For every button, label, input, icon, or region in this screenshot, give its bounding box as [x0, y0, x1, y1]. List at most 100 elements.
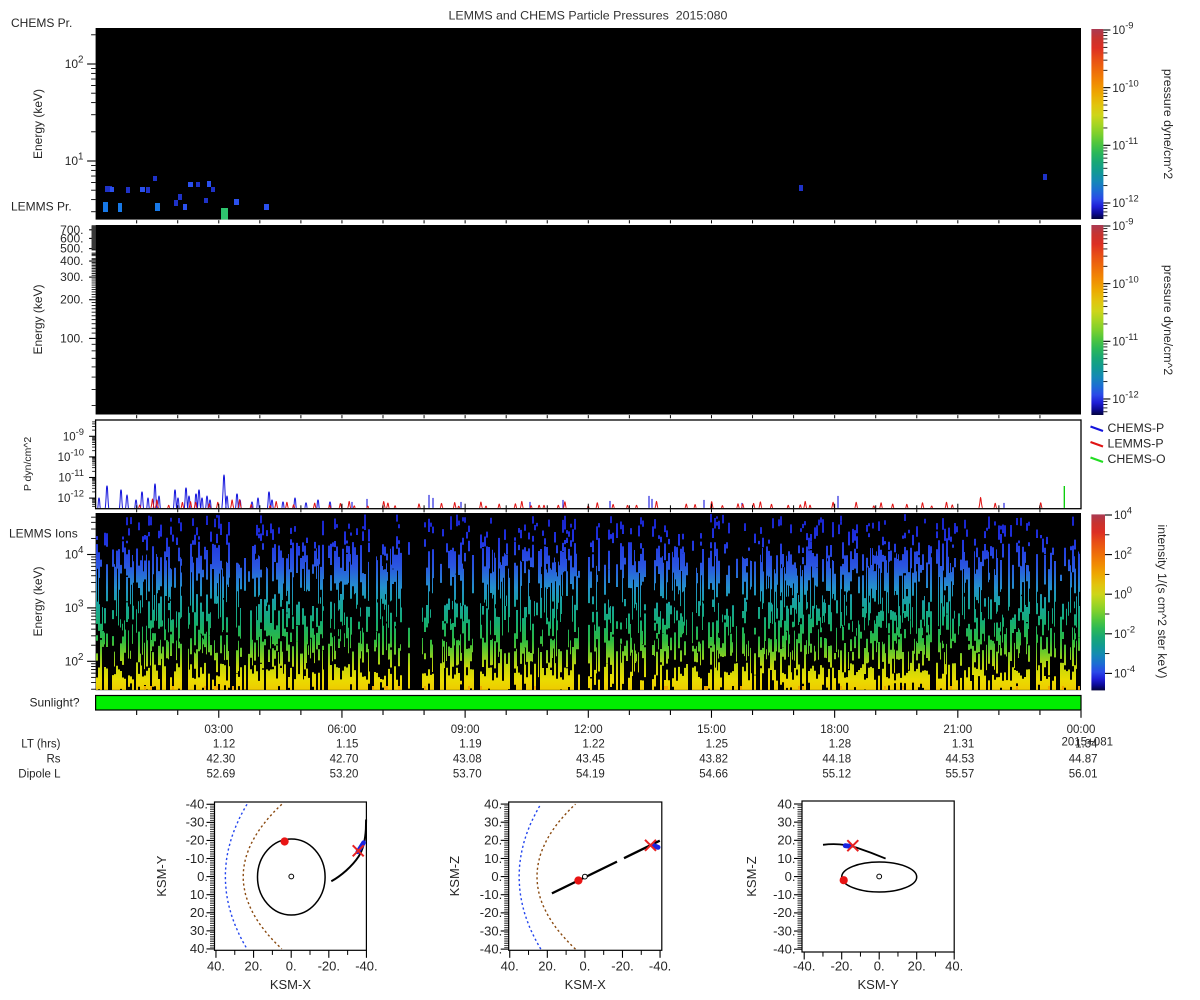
- svg-text:53.20: 53.20: [330, 769, 359, 781]
- svg-text:CHEMS Pr.: CHEMS Pr.: [11, 16, 72, 30]
- svg-text:-10.: -10.: [773, 887, 795, 902]
- svg-text:54.66: 54.66: [699, 769, 728, 781]
- svg-text:43.82: 43.82: [699, 754, 728, 766]
- svg-text:0.: 0.: [286, 959, 297, 974]
- svg-text:43.45: 43.45: [576, 754, 605, 766]
- svg-text:53.70: 53.70: [453, 769, 482, 781]
- svg-text:40.: 40.: [484, 796, 502, 811]
- svg-text:-30.: -30.: [186, 815, 208, 830]
- svg-text:-10.: -10.: [186, 851, 208, 866]
- svg-text:Energy (keV): Energy (keV): [31, 284, 45, 354]
- svg-text:55.57: 55.57: [946, 769, 975, 781]
- svg-text:20.: 20.: [484, 833, 502, 848]
- svg-text:-40.: -40.: [186, 797, 208, 812]
- svg-text:KSM-X: KSM-X: [565, 977, 607, 992]
- svg-text:-10.: -10.: [480, 887, 502, 902]
- svg-text:KSM-Y: KSM-Y: [858, 977, 900, 992]
- svg-text:-20.: -20.: [830, 959, 852, 974]
- svg-text:pressure dyne/cm^2: pressure dyne/cm^2: [1161, 265, 1175, 376]
- svg-text:300.: 300.: [60, 270, 83, 284]
- svg-text:03:00: 03:00: [204, 724, 233, 736]
- svg-text:30.: 30.: [777, 814, 795, 829]
- svg-text:1.12: 1.12: [213, 739, 235, 751]
- svg-text:P dyn/cm^2: P dyn/cm^2: [22, 437, 34, 492]
- svg-text:KSM-Z: KSM-Z: [447, 856, 462, 897]
- svg-text:CHEMS-P: CHEMS-P: [1108, 421, 1165, 435]
- svg-text:KSM-Y: KSM-Y: [154, 855, 169, 897]
- svg-text:pressure dyne/cm^2: pressure dyne/cm^2: [1161, 69, 1175, 180]
- svg-text:06:00: 06:00: [328, 724, 357, 736]
- svg-text:0.: 0.: [579, 959, 590, 974]
- svg-text:1.31: 1.31: [952, 739, 974, 751]
- svg-text:0.: 0.: [491, 869, 502, 884]
- svg-text:42.30: 42.30: [207, 754, 236, 766]
- svg-text:09:00: 09:00: [451, 724, 480, 736]
- svg-text:0.: 0.: [785, 869, 796, 884]
- svg-text:-20.: -20.: [480, 905, 502, 920]
- svg-text:400.: 400.: [60, 254, 83, 268]
- svg-text:Dipole L: Dipole L: [18, 769, 61, 781]
- svg-text:1.19: 1.19: [459, 739, 481, 751]
- svg-text:00:00: 00:00: [1067, 724, 1096, 736]
- svg-text:-20.: -20.: [773, 905, 795, 920]
- svg-text:LT (hrs): LT (hrs): [21, 739, 60, 751]
- svg-text:10.: 10.: [484, 851, 502, 866]
- svg-text:43.08: 43.08: [453, 754, 482, 766]
- svg-text:-40.: -40.: [649, 959, 671, 974]
- svg-text:40.: 40.: [190, 941, 208, 956]
- svg-text:40.: 40.: [501, 959, 519, 974]
- svg-text:52.69: 52.69: [207, 769, 236, 781]
- svg-text:20.: 20.: [190, 905, 208, 920]
- svg-text:40.: 40.: [777, 796, 795, 811]
- svg-text:Sunlight?: Sunlight?: [29, 696, 79, 710]
- svg-text:30.: 30.: [190, 923, 208, 938]
- svg-text:1.22: 1.22: [582, 739, 604, 751]
- svg-text:-20.: -20.: [186, 833, 208, 848]
- svg-text:15:00: 15:00: [697, 724, 726, 736]
- svg-text:20.: 20.: [777, 833, 795, 848]
- svg-text:10.: 10.: [190, 887, 208, 902]
- svg-text:56.01: 56.01: [1069, 769, 1098, 781]
- svg-text:20.: 20.: [908, 959, 926, 974]
- svg-text:40.: 40.: [945, 959, 963, 974]
- svg-text:18:00: 18:00: [820, 724, 849, 736]
- svg-text:KSM-X: KSM-X: [270, 977, 312, 992]
- svg-text:42.70: 42.70: [330, 754, 359, 766]
- svg-text:-40.: -40.: [480, 941, 502, 956]
- svg-text:40.: 40.: [207, 959, 225, 974]
- svg-text:LEMMS-P: LEMMS-P: [1108, 437, 1164, 451]
- svg-text:-30.: -30.: [480, 923, 502, 938]
- svg-text:0.: 0.: [874, 959, 885, 974]
- svg-text:44.18: 44.18: [822, 754, 851, 766]
- svg-text:1.15: 1.15: [336, 739, 358, 751]
- svg-text:2015+081: 2015+081: [1062, 736, 1114, 748]
- svg-text:30.: 30.: [484, 815, 502, 830]
- svg-text:-20.: -20.: [611, 959, 633, 974]
- svg-text:intensity 1/(s cm^2 ster keV): intensity 1/(s cm^2 ster keV): [1155, 524, 1169, 678]
- svg-text:200.: 200.: [60, 293, 83, 307]
- svg-text:54.19: 54.19: [576, 769, 605, 781]
- svg-text:-40.: -40.: [773, 942, 795, 957]
- svg-text:100.: 100.: [60, 331, 83, 345]
- svg-text:21:00: 21:00: [943, 724, 972, 736]
- svg-text:20.: 20.: [538, 959, 556, 974]
- svg-text:55.12: 55.12: [822, 769, 851, 781]
- svg-text:Rs: Rs: [46, 754, 60, 766]
- svg-text:-20.: -20.: [318, 959, 340, 974]
- svg-text:0.: 0.: [197, 869, 208, 884]
- svg-text:-30.: -30.: [773, 923, 795, 938]
- svg-text:1.28: 1.28: [829, 739, 851, 751]
- svg-text:700.: 700.: [60, 223, 83, 237]
- svg-text:-40.: -40.: [355, 959, 377, 974]
- svg-text:-40.: -40.: [793, 959, 815, 974]
- svg-text:Energy (keV): Energy (keV): [31, 89, 45, 159]
- svg-text:1.25: 1.25: [706, 739, 728, 751]
- svg-text:LEMMS and CHEMS Particle Press: LEMMS and CHEMS Particle Pressures 2015:…: [449, 9, 728, 23]
- svg-text:LEMMS Pr.: LEMMS Pr.: [11, 200, 72, 214]
- svg-text:Energy (keV): Energy (keV): [31, 566, 45, 636]
- svg-text:12:00: 12:00: [574, 724, 603, 736]
- svg-text:LEMMS Ions: LEMMS Ions: [9, 527, 78, 541]
- svg-text:20.: 20.: [245, 959, 263, 974]
- svg-text:CHEMS-O: CHEMS-O: [1108, 452, 1166, 466]
- svg-text:KSM-Z: KSM-Z: [744, 856, 759, 897]
